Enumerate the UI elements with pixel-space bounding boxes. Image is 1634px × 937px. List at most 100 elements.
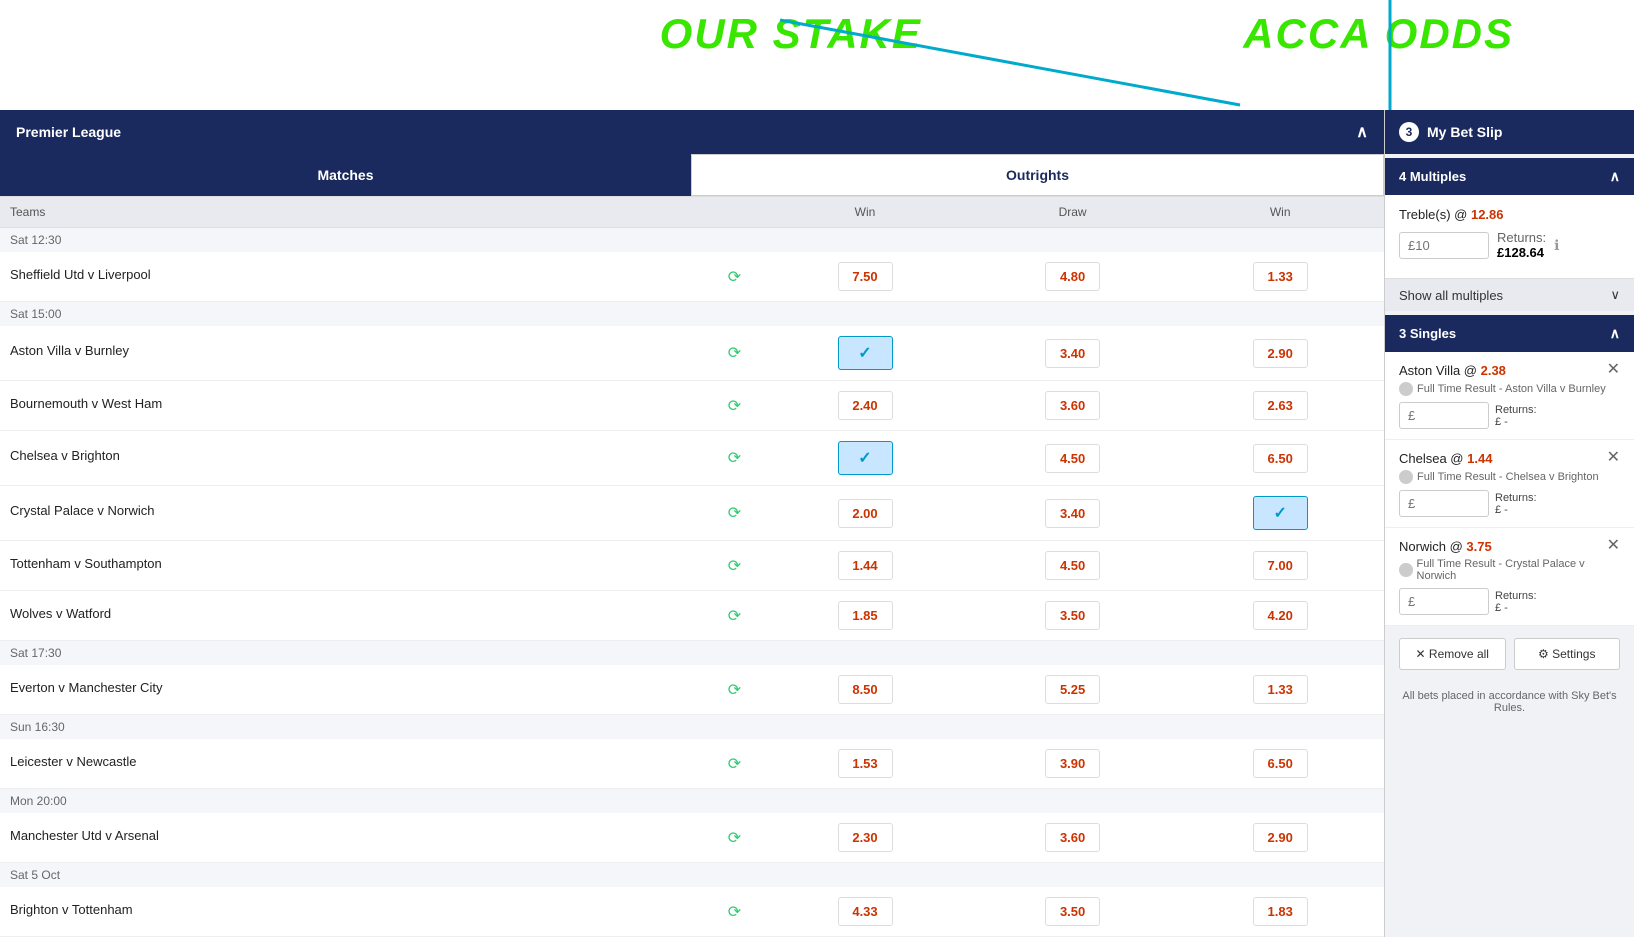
draw-cell: 3.50 — [969, 591, 1177, 641]
refresh-icon[interactable]: ⟳ — [728, 828, 741, 848]
single-stake-input[interactable] — [1399, 402, 1489, 429]
single-bet-odds: 1.44 — [1467, 451, 1492, 466]
multiples-collapse-icon[interactable]: ∧ — [1610, 168, 1620, 185]
win1-btn[interactable]: 8.50 — [838, 675, 893, 704]
time-row: Mon 20:00 — [0, 789, 1384, 814]
tab-outrights[interactable]: Outrights — [691, 154, 1384, 196]
refresh-icon[interactable]: ⟳ — [728, 606, 741, 626]
table-row: Tottenham v Southampton ⟳ 1.44 4.50 7.00 — [0, 541, 1384, 591]
win2-cell: 2.63 — [1176, 381, 1384, 431]
refresh-icon[interactable]: ⟳ — [728, 267, 741, 287]
win1-btn[interactable]: ✓ — [838, 441, 893, 475]
multiples-section-header[interactable]: 4 Multiples ∧ — [1385, 158, 1634, 195]
win2-btn[interactable]: 7.00 — [1253, 551, 1308, 580]
info-icon[interactable]: ℹ — [1554, 237, 1559, 254]
win2-btn[interactable]: 6.50 — [1253, 749, 1308, 778]
win1-btn[interactable]: 2.30 — [838, 823, 893, 852]
refresh-icon[interactable]: ⟳ — [728, 396, 741, 416]
win2-btn[interactable]: 6.50 — [1253, 444, 1308, 473]
close-single-btn[interactable]: ✕ — [1607, 362, 1620, 378]
draw-btn[interactable]: 4.50 — [1045, 551, 1100, 580]
single-bet-desc: Full Time Result - Crystal Palace v Norw… — [1399, 558, 1620, 582]
win2-cell: 4.20 — [1176, 591, 1384, 641]
draw-btn[interactable]: 3.40 — [1045, 339, 1100, 368]
single-stake-input[interactable] — [1399, 588, 1489, 615]
team-name-cell: Manchester Utd v Arsenal ⟳ — [0, 813, 761, 863]
win1-btn[interactable]: 1.44 — [838, 551, 893, 580]
table-row: Manchester Utd v Arsenal ⟳ 2.30 3.60 2.9… — [0, 813, 1384, 863]
single-bet-desc-text: Full Time Result - Aston Villa v Burnley — [1417, 383, 1606, 395]
win1-btn[interactable]: 1.53 — [838, 749, 893, 778]
acca-odds-label: ACCA ODDS — [1243, 10, 1514, 58]
win1-btn[interactable]: 2.00 — [838, 499, 893, 528]
column-header-row: Teams Win Draw Win — [0, 197, 1384, 228]
singles-collapse-icon[interactable]: ∧ — [1610, 325, 1620, 342]
draw-btn[interactable]: 3.90 — [1045, 749, 1100, 778]
draw-btn[interactable]: 3.40 — [1045, 499, 1100, 528]
col-teams: Teams — [0, 197, 761, 228]
single-returns-value: £ - — [1495, 602, 1537, 614]
refresh-icon[interactable]: ⟳ — [728, 343, 741, 363]
single-bet-returns: Returns: £ - — [1495, 492, 1537, 516]
treble-returns: Returns: £128.64 — [1497, 230, 1546, 260]
team-name-cell: Wolves v Watford ⟳ — [0, 591, 761, 641]
draw-btn[interactable]: 3.60 — [1045, 823, 1100, 852]
draw-cell: 5.25 — [969, 665, 1177, 715]
treble-stake-input[interactable] — [1399, 232, 1489, 259]
win1-btn[interactable]: 1.85 — [838, 601, 893, 630]
close-single-btn[interactable]: ✕ — [1607, 538, 1620, 554]
settings-btn[interactable]: ⚙ Settings — [1514, 638, 1621, 670]
time-row: Sat 17:30 — [0, 641, 1384, 666]
multiples-label: 4 Multiples — [1399, 169, 1466, 184]
draw-btn[interactable]: 3.50 — [1045, 601, 1100, 630]
main-panel: Premier League ∧ Matches Outrights Teams… — [0, 110, 1384, 937]
table-row: Everton v Manchester City ⟳ 8.50 5.25 1.… — [0, 665, 1384, 715]
tab-matches[interactable]: Matches — [0, 154, 691, 196]
time-row: Sat 12:30 — [0, 228, 1384, 253]
win2-btn[interactable]: 2.63 — [1253, 391, 1308, 420]
win2-btn[interactable]: ✓ — [1253, 496, 1308, 530]
singles-section-header[interactable]: 3 Singles ∧ — [1385, 315, 1634, 352]
win1-cell: 8.50 — [761, 665, 969, 715]
league-collapse-icon[interactable]: ∧ — [1356, 122, 1368, 142]
refresh-icon[interactable]: ⟳ — [728, 448, 741, 468]
time-row: Sat 5 Oct — [0, 863, 1384, 888]
win2-btn[interactable]: 2.90 — [1253, 823, 1308, 852]
single-bet-item: Aston Villa @ 2.38 ✕ Full Time Result - … — [1385, 352, 1634, 440]
draw-cell: 4.50 — [969, 431, 1177, 486]
col-win2: Win — [1176, 197, 1384, 228]
draw-btn[interactable]: 3.50 — [1045, 897, 1100, 926]
show-all-multiples-btn[interactable]: Show all multiples ∨ — [1385, 279, 1634, 311]
win2-cell: 2.90 — [1176, 813, 1384, 863]
win2-cell: 6.50 — [1176, 739, 1384, 789]
draw-btn[interactable]: 4.50 — [1045, 444, 1100, 473]
win1-btn[interactable]: 7.50 — [838, 262, 893, 291]
single-bet-returns: Returns: £ - — [1495, 590, 1537, 614]
refresh-icon[interactable]: ⟳ — [728, 754, 741, 774]
win2-btn[interactable]: 1.33 — [1253, 262, 1308, 291]
refresh-icon[interactable]: ⟳ — [728, 680, 741, 700]
single-bet-desc: Full Time Result - Chelsea v Brighton — [1399, 470, 1620, 484]
win2-btn[interactable]: 1.83 — [1253, 897, 1308, 926]
draw-btn[interactable]: 3.60 — [1045, 391, 1100, 420]
team-name-cell: Everton v Manchester City ⟳ — [0, 665, 761, 715]
close-single-btn[interactable]: ✕ — [1607, 450, 1620, 466]
win2-btn[interactable]: 4.20 — [1253, 601, 1308, 630]
remove-all-btn[interactable]: ✕ Remove all — [1399, 638, 1506, 670]
draw-cell: 3.40 — [969, 326, 1177, 381]
refresh-icon[interactable]: ⟳ — [728, 902, 741, 922]
draw-btn[interactable]: 4.80 — [1045, 262, 1100, 291]
single-stake-input[interactable] — [1399, 490, 1489, 517]
refresh-icon[interactable]: ⟳ — [728, 556, 741, 576]
table-row: Crystal Palace v Norwich ⟳ 2.00 3.40 ✓ — [0, 486, 1384, 541]
win1-cell: 1.53 — [761, 739, 969, 789]
refresh-icon[interactable]: ⟳ — [728, 503, 741, 523]
win1-btn[interactable]: 2.40 — [838, 391, 893, 420]
win2-btn[interactable]: 1.33 — [1253, 675, 1308, 704]
win1-btn[interactable]: 4.33 — [838, 897, 893, 926]
win2-btn[interactable]: 2.90 — [1253, 339, 1308, 368]
single-bet-stake-row: Returns: £ - — [1399, 402, 1620, 429]
win1-btn[interactable]: ✓ — [838, 336, 893, 370]
draw-btn[interactable]: 5.25 — [1045, 675, 1100, 704]
single-bet-stake-row: Returns: £ - — [1399, 588, 1620, 615]
